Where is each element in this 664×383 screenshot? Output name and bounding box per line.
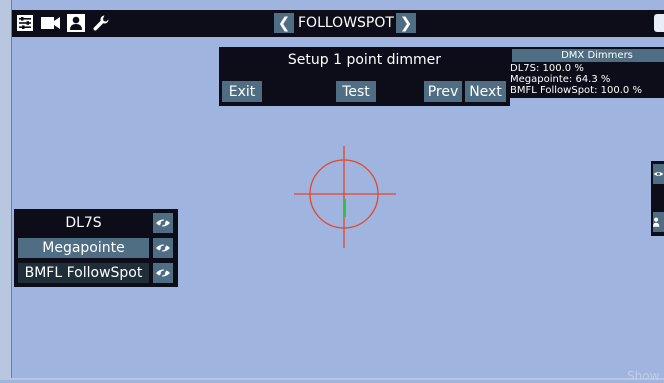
setup-dimmer-panel: Setup 1 point dimmer Exit Test Prev Next: [219, 47, 510, 106]
chevron-left-icon: ❮: [277, 14, 291, 32]
chevron-right-icon: ❯: [399, 14, 413, 32]
position-marker: [343, 199, 346, 217]
next-button[interactable]: Next: [465, 81, 506, 102]
fixture-row-bmfl-followspot[interactable]: BMFL FollowSpot: [18, 263, 149, 283]
lock-icon[interactable]: [654, 14, 664, 32]
eye-slash-icon[interactable]: [153, 238, 173, 258]
left-edge: [0, 0, 12, 380]
next-view-button[interactable]: ❯: [396, 13, 416, 33]
dmx-line-dl7s: DL7S: 100.0 %: [510, 63, 584, 74]
prev-view-button[interactable]: ❮: [274, 13, 294, 33]
top-toolbar: ❮ FOLLOWSPOT ❯: [12, 10, 664, 37]
view-title: FOLLOWSPOT: [298, 15, 394, 31]
dmx-line-megapointe: Megapointe: 64.3 %: [510, 74, 611, 85]
user-icon[interactable]: [66, 13, 86, 33]
followspot-crosshair[interactable]: [294, 146, 396, 248]
dmx-dimmers-panel: DMX Dimmers DL7S: 100.0 % Megapointe: 64…: [510, 47, 664, 98]
right-side-panel: [651, 161, 664, 236]
fixture-row-dl7s[interactable]: DL7S: [18, 213, 149, 233]
fixture-list-panel: DL7S Megapointe BMFL FollowSpot: [14, 209, 178, 287]
setup-title: Setup 1 point dimmer: [287, 52, 442, 68]
dmx-line-bmfl: BMFL FollowSpot: 100.0 %: [510, 85, 642, 96]
test-button[interactable]: Test: [336, 81, 376, 102]
fixture-row-megapointe[interactable]: Megapointe: [18, 238, 149, 258]
show-label[interactable]: Show: [627, 369, 659, 383]
wrench-icon[interactable]: [91, 13, 111, 33]
eye-icon[interactable]: [653, 164, 664, 184]
eye-slash-icon[interactable]: [153, 213, 173, 233]
left-edge-rule: [11, 0, 12, 380]
users-icon[interactable]: [653, 212, 664, 232]
eye-slash-icon[interactable]: [153, 263, 173, 283]
sliders-icon[interactable]: [15, 13, 35, 33]
camera-icon[interactable]: [41, 13, 61, 33]
dmx-dimmers-title: DMX Dimmers: [512, 49, 664, 62]
prev-button[interactable]: Prev: [424, 81, 462, 102]
exit-button[interactable]: Exit: [222, 81, 262, 102]
